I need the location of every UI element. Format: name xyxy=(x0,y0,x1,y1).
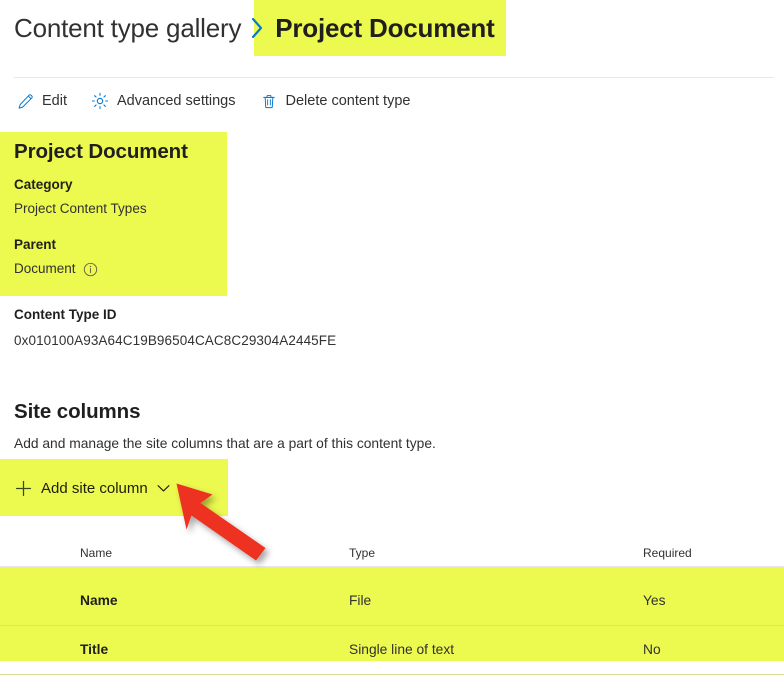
site-columns-section-header: Site columns Add and manage the site col… xyxy=(14,400,436,453)
chevron-right-icon xyxy=(251,17,264,39)
table-row[interactable]: Title Single line of text No xyxy=(0,626,784,675)
cell-type: File xyxy=(349,592,372,608)
parent-label: Parent xyxy=(14,236,57,252)
column-header-name[interactable]: Name xyxy=(0,547,325,559)
plus-icon xyxy=(14,479,32,497)
breadcrumb-current-page-title: Project Document xyxy=(275,13,495,43)
delete-content-type-button[interactable]: Delete content type xyxy=(258,84,421,118)
site-columns-title: Site columns xyxy=(14,400,141,423)
table-header-row: Name Type Required xyxy=(0,540,784,567)
cell-type: Single line of text xyxy=(349,641,455,657)
cell-required: No xyxy=(643,641,661,657)
cell-required: Yes xyxy=(643,592,666,608)
category-value-wrapper: Project Content Types xyxy=(14,201,274,217)
trash-icon xyxy=(260,92,278,110)
chevron-down-icon xyxy=(157,484,170,493)
info-circle-icon[interactable] xyxy=(83,262,98,277)
content-type-info-panel: Project Document Category Project Conten… xyxy=(14,140,274,277)
cell-name: Name xyxy=(80,592,118,608)
content-type-id-label: Content Type ID xyxy=(14,307,117,322)
delete-content-type-button-label: Delete content type xyxy=(285,92,411,109)
table-row[interactable]: Name File Yes xyxy=(0,577,784,626)
advanced-settings-button[interactable]: Advanced settings xyxy=(89,84,246,118)
header-divider xyxy=(14,77,774,78)
advanced-settings-button-label: Advanced settings xyxy=(117,92,236,109)
content-type-name: Project Document xyxy=(14,140,188,163)
breadcrumb: Content type gallery Project Document xyxy=(14,0,495,56)
content-type-details-page: Content type gallery Project Document Ed… xyxy=(0,0,784,675)
breadcrumb-link-content-type-gallery[interactable]: Content type gallery xyxy=(14,15,241,41)
parent-value-wrapper: Document xyxy=(14,261,274,277)
category-value: Project Content Types xyxy=(14,200,147,216)
content-type-id-block: Content Type ID 0x010100A93A64C19B96504C… xyxy=(14,307,336,349)
gear-icon xyxy=(91,92,109,110)
add-site-column-label: Add site column xyxy=(41,479,148,497)
column-header-type[interactable]: Type xyxy=(325,547,643,559)
edit-button[interactable]: Edit xyxy=(14,84,77,118)
command-bar: Edit Advanced settings Delete content ty… xyxy=(14,84,432,118)
cell-name: Title xyxy=(80,641,109,657)
category-label: Category xyxy=(14,176,73,192)
edit-button-label: Edit xyxy=(42,92,67,109)
content-type-id-value: 0x010100A93A64C19B96504CAC8C29304A2445FE xyxy=(14,333,337,349)
table-top-spacer xyxy=(0,567,784,577)
add-site-column-button[interactable]: Add site column xyxy=(14,473,170,503)
site-columns-description: Add and manage the site columns that are… xyxy=(14,435,436,451)
site-columns-table: Name Type Required Name File Yes Title S… xyxy=(0,540,784,675)
parent-value: Document xyxy=(14,261,76,277)
pencil-icon xyxy=(16,92,34,110)
column-header-required[interactable]: Required xyxy=(643,547,784,559)
